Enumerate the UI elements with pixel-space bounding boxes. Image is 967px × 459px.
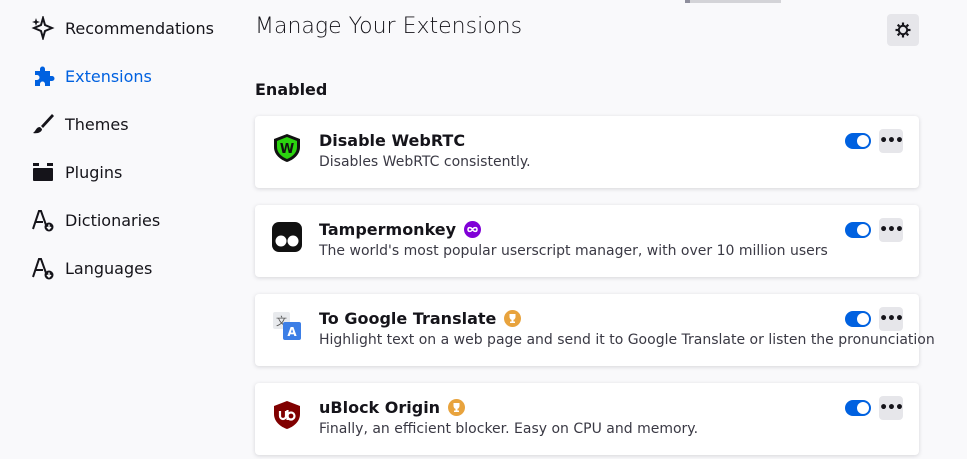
extension-description: Disables WebRTC consistently.: [319, 154, 531, 170]
sidebar-item-label: Themes: [65, 114, 129, 134]
trophy-badge-icon[interactable]: [448, 399, 466, 416]
extension-description: The world's most popular userscript mana…: [319, 243, 828, 259]
brush-icon: [30, 111, 56, 137]
more-options-icon: •••: [879, 133, 904, 149]
extension-enable-toggle[interactable]: [845, 133, 871, 149]
sparkle-icon: [30, 15, 56, 41]
plugin-icon: [30, 159, 56, 185]
gear-icon: [895, 22, 911, 38]
tampermonkey-icon: [271, 221, 303, 253]
page-title: Manage Your Extensions: [255, 14, 523, 39]
extension-card-tampermonkey[interactable]: Tampermonkey The world's most popular us…: [255, 205, 919, 277]
extension-name[interactable]: uBlock Origin: [319, 398, 440, 417]
sidebar-item-label: Languages: [65, 258, 153, 278]
sidebar-item-label: Dictionaries: [65, 210, 161, 230]
sidebar-item-languages[interactable]: Languages: [30, 253, 152, 283]
extension-name[interactable]: Tampermonkey: [319, 220, 456, 239]
sidebar-item-recommendations[interactable]: Recommendations: [30, 13, 214, 43]
svg-text:W: W: [280, 142, 294, 157]
section-heading-enabled: Enabled: [255, 80, 328, 99]
shield-w-icon: W: [271, 132, 303, 164]
scroll-indicator: [685, 0, 781, 3]
extension-description: Finally, an efficient blocker. Easy on C…: [319, 421, 699, 437]
extension-more-options-button[interactable]: •••: [879, 307, 904, 331]
ublock-icon: [271, 399, 303, 431]
puzzle-icon: [30, 63, 56, 89]
sidebar-item-label: Plugins: [65, 162, 123, 182]
toggle-knob: [857, 402, 869, 414]
extension-enable-toggle[interactable]: [845, 311, 871, 327]
infinity-badge-icon[interactable]: [464, 221, 482, 238]
svg-text:A: A: [287, 325, 297, 339]
extension-card-disable-webrtc[interactable]: W Disable WebRTC Disables WebRTC consist…: [255, 116, 919, 188]
extension-more-options-button[interactable]: •••: [879, 218, 904, 242]
extension-card-ublock-origin[interactable]: uBlock Origin Finally, an efficient bloc…: [255, 383, 919, 455]
more-options-icon: •••: [879, 222, 904, 238]
trophy-badge-icon[interactable]: [504, 310, 522, 327]
extension-name[interactable]: To Google Translate: [319, 309, 496, 328]
translate-icon: 文A: [271, 310, 303, 342]
sidebar-item-extensions[interactable]: Extensions: [30, 61, 152, 91]
sidebar-item-label: Extensions: [65, 66, 152, 86]
extension-more-options-button[interactable]: •••: [879, 396, 904, 420]
language-icon: [30, 255, 56, 281]
extension-more-options-button[interactable]: •••: [879, 129, 904, 153]
sidebar-item-label: Recommendations: [65, 18, 214, 38]
toggle-knob: [857, 135, 869, 147]
sidebar-item-plugins[interactable]: Plugins: [30, 157, 122, 187]
more-options-icon: •••: [879, 400, 904, 416]
extension-card-to-google-translate[interactable]: 文A To Google Translate Highlight text on…: [255, 294, 935, 366]
sidebar-item-themes[interactable]: Themes: [30, 109, 129, 139]
toggle-knob: [857, 224, 869, 236]
more-options-icon: •••: [879, 311, 904, 327]
sidebar-item-dictionaries[interactable]: Dictionaries: [30, 205, 160, 235]
extension-description: Highlight text on a web page and send it…: [319, 332, 935, 348]
extension-enable-toggle[interactable]: [845, 400, 871, 416]
extension-enable-toggle[interactable]: [845, 222, 871, 238]
toggle-knob: [857, 313, 869, 325]
tools-gear-button[interactable]: [887, 14, 919, 46]
dictionary-icon: [30, 207, 56, 233]
extension-name[interactable]: Disable WebRTC: [319, 131, 465, 150]
